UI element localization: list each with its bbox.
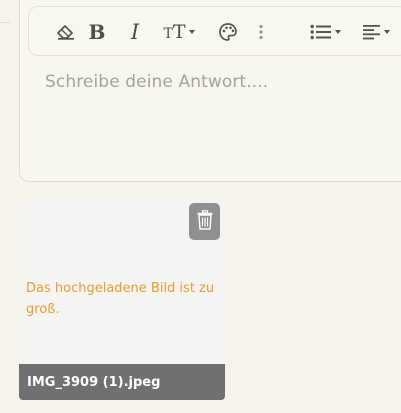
chevron-down-icon xyxy=(383,30,390,34)
attachment-card: Das hochgeladene Bild ist zu groß. IMG_3… xyxy=(19,196,225,400)
eraser-icon xyxy=(56,23,76,41)
align-left-icon xyxy=(362,24,381,40)
color-button[interactable] xyxy=(215,15,241,49)
delete-attachment-button[interactable] xyxy=(189,203,220,240)
text-size-icon: TT xyxy=(163,20,186,43)
reply-page: B I TT Schreibe deine Antwort.... Das ho… xyxy=(0,0,401,413)
bulleted-list-icon xyxy=(310,24,332,40)
align-button[interactable] xyxy=(356,15,396,49)
chevron-down-icon xyxy=(334,30,341,34)
reply-editor[interactable]: B I TT Schreibe deine Antwort.... xyxy=(19,0,401,182)
italic-icon: I xyxy=(130,20,140,44)
list-button[interactable] xyxy=(305,15,345,49)
more-vertical-icon xyxy=(259,24,263,40)
palette-icon xyxy=(218,22,238,42)
panel-notch xyxy=(0,22,10,42)
reply-placeholder: Schreibe deine Antwort.... xyxy=(45,72,269,92)
font-size-button[interactable]: TT xyxy=(159,15,199,49)
attachment-file-bar: IMG_3909 (1).jpeg xyxy=(19,364,225,400)
trash-icon xyxy=(197,209,213,234)
more-button[interactable] xyxy=(255,15,267,49)
italic-button[interactable]: I xyxy=(125,15,145,49)
bold-icon: B xyxy=(88,20,106,44)
clear-format-button[interactable] xyxy=(53,15,79,49)
chevron-down-icon xyxy=(188,30,195,34)
attachment-filename: IMG_3909 (1).jpeg xyxy=(27,374,161,390)
bold-button[interactable]: B xyxy=(87,15,107,49)
upload-error-message: Das hochgeladene Bild ist zu groß. xyxy=(26,281,215,317)
editor-toolbar: B I TT xyxy=(28,6,401,56)
